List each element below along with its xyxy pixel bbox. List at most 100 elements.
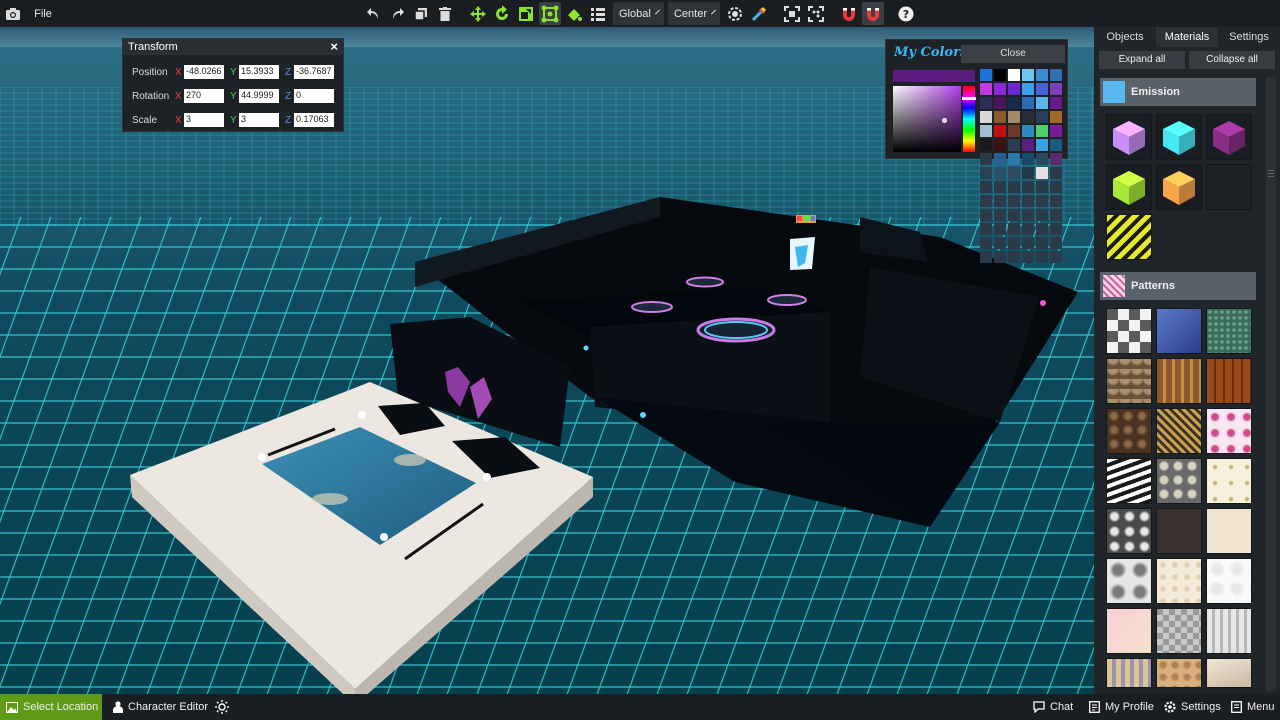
- color-swatch[interactable]: [1008, 125, 1020, 137]
- color-swatch[interactable]: [994, 237, 1006, 249]
- help-button[interactable]: ?: [895, 2, 917, 25]
- collapse-all-button[interactable]: Collapse all: [1189, 51, 1275, 69]
- color-swatch[interactable]: [1036, 209, 1048, 221]
- color-swatch[interactable]: [1008, 223, 1020, 235]
- frame-all-button[interactable]: [805, 2, 827, 25]
- viewport-3d[interactable]: Transform × Position X -48.0266 Y 15.393…: [0, 27, 1094, 694]
- color-swatch[interactable]: [1022, 181, 1034, 193]
- color-swatch[interactable]: [1022, 111, 1034, 123]
- color-swatch[interactable]: [1036, 237, 1048, 249]
- color-swatch[interactable]: [1050, 83, 1062, 95]
- color-swatch[interactable]: [1050, 139, 1062, 151]
- color-swatch[interactable]: [1036, 139, 1048, 151]
- color-swatch[interactable]: [1008, 139, 1020, 151]
- color-swatch[interactable]: [1050, 181, 1062, 193]
- color-swatch[interactable]: [1050, 195, 1062, 207]
- delete-button[interactable]: [434, 2, 456, 25]
- redo-button[interactable]: [386, 2, 408, 25]
- pattern-tile-chinese-script-light[interactable]: [1206, 508, 1252, 554]
- color-swatch[interactable]: [1036, 111, 1048, 123]
- pattern-tile-zebra[interactable]: [1106, 458, 1152, 504]
- scale-x-input[interactable]: 3: [184, 113, 224, 127]
- pattern-tile-damask-light[interactable]: [1106, 558, 1152, 604]
- tab-materials[interactable]: Materials: [1156, 27, 1218, 47]
- color-swatch[interactable]: [1050, 167, 1062, 179]
- rotation-y-input[interactable]: 44.9999: [239, 89, 279, 103]
- rotation-z-input[interactable]: 0: [294, 89, 334, 103]
- pattern-tile-wicker-weave[interactable]: [1156, 358, 1202, 404]
- menu-button[interactable]: Menu: [1231, 694, 1275, 720]
- position-y-input[interactable]: 15.3933: [239, 65, 279, 79]
- color-swatch[interactable]: [1022, 237, 1034, 249]
- pattern-tile-grey-diamond[interactable]: [1156, 608, 1202, 654]
- color-swatch[interactable]: [980, 83, 992, 95]
- patterns-section-header[interactable]: Patterns: [1100, 272, 1256, 300]
- color-swatch[interactable]: [980, 209, 992, 221]
- saturation-value-picker[interactable]: [893, 86, 961, 152]
- color-swatch[interactable]: [1022, 139, 1034, 151]
- pattern-tile-stone-ring[interactable]: [1106, 408, 1152, 454]
- pattern-tile-cream-dots[interactable]: [1206, 458, 1252, 504]
- pattern-tile-wood-planks[interactable]: [1206, 358, 1252, 404]
- snap-settings-button[interactable]: [724, 2, 746, 25]
- color-swatch[interactable]: [1022, 97, 1034, 109]
- color-swatch[interactable]: [1022, 195, 1034, 207]
- emission-material-tile[interactable]: [1156, 164, 1202, 210]
- color-swatch[interactable]: [980, 139, 992, 151]
- color-swatch[interactable]: [980, 153, 992, 165]
- color-swatch[interactable]: [980, 195, 992, 207]
- emission-material-tile[interactable]: [1106, 164, 1152, 210]
- settings-button[interactable]: Settings: [1164, 694, 1221, 720]
- color-swatch[interactable]: [1050, 125, 1062, 137]
- color-swatch[interactable]: [994, 167, 1006, 179]
- color-swatch[interactable]: [980, 251, 992, 263]
- chat-button[interactable]: Chat: [1033, 694, 1073, 720]
- color-swatch[interactable]: [994, 181, 1006, 193]
- character-editor-button[interactable]: Character Editor: [113, 694, 208, 720]
- color-swatch[interactable]: [1022, 153, 1034, 165]
- color-swatch[interactable]: [1022, 125, 1034, 137]
- color-swatch[interactable]: [1008, 195, 1020, 207]
- color-swatch[interactable]: [1036, 125, 1048, 137]
- color-swatch[interactable]: [1008, 181, 1020, 193]
- multi-tool-button[interactable]: [539, 2, 561, 25]
- pattern-tile-silver-stripes[interactable]: [1206, 608, 1252, 654]
- tab-objects[interactable]: Objects: [1094, 27, 1156, 47]
- color-swatch[interactable]: [1008, 111, 1020, 123]
- pattern-tile-cream-polka[interactable]: [1156, 558, 1202, 604]
- pattern-tile-beige-fabric[interactable]: [1206, 658, 1252, 688]
- color-swatch[interactable]: [980, 97, 992, 109]
- pattern-tile-tan-ornament[interactable]: [1156, 658, 1202, 688]
- color-swatch[interactable]: [994, 195, 1006, 207]
- color-swatch[interactable]: [1036, 153, 1048, 165]
- emission-material-tile[interactable]: [1156, 114, 1202, 160]
- pattern-tile-green-mosaic[interactable]: [1206, 308, 1252, 354]
- magnet-grid-button[interactable]: [862, 2, 884, 25]
- hue-slider-handle[interactable]: [962, 97, 976, 100]
- camera-icon[interactable]: [2, 2, 24, 25]
- pattern-tile-floral-pink[interactable]: [1206, 408, 1252, 454]
- pivot-dropdown[interactable]: Center: [668, 2, 720, 25]
- emission-material-tile[interactable]: [1106, 214, 1152, 260]
- color-swatch[interactable]: [1036, 83, 1048, 95]
- color-swatch[interactable]: [1050, 153, 1062, 165]
- color-swatch[interactable]: [1008, 97, 1020, 109]
- scale-tool-button[interactable]: [515, 2, 537, 25]
- emission-material-tile[interactable]: [1206, 114, 1252, 160]
- position-z-input[interactable]: -36.7687: [294, 65, 334, 79]
- color-swatch[interactable]: [980, 237, 992, 249]
- color-swatch[interactable]: [1050, 251, 1062, 263]
- color-swatch[interactable]: [994, 139, 1006, 151]
- paint-tool-button[interactable]: [563, 2, 585, 25]
- color-swatch[interactable]: [1036, 167, 1048, 179]
- pattern-tile-chinese-script-dark[interactable]: [1156, 508, 1202, 554]
- pattern-tile-white-floral[interactable]: [1206, 558, 1252, 604]
- color-swatch[interactable]: [1050, 237, 1062, 249]
- pattern-tile-gold-diagonal[interactable]: [1156, 408, 1202, 454]
- color-swatch[interactable]: [1022, 223, 1034, 235]
- color-swatch[interactable]: [1050, 111, 1062, 123]
- color-swatch[interactable]: [1022, 251, 1034, 263]
- color-swatch[interactable]: [1022, 69, 1034, 81]
- color-swatch[interactable]: [1036, 69, 1048, 81]
- color-swatch[interactable]: [1050, 69, 1062, 81]
